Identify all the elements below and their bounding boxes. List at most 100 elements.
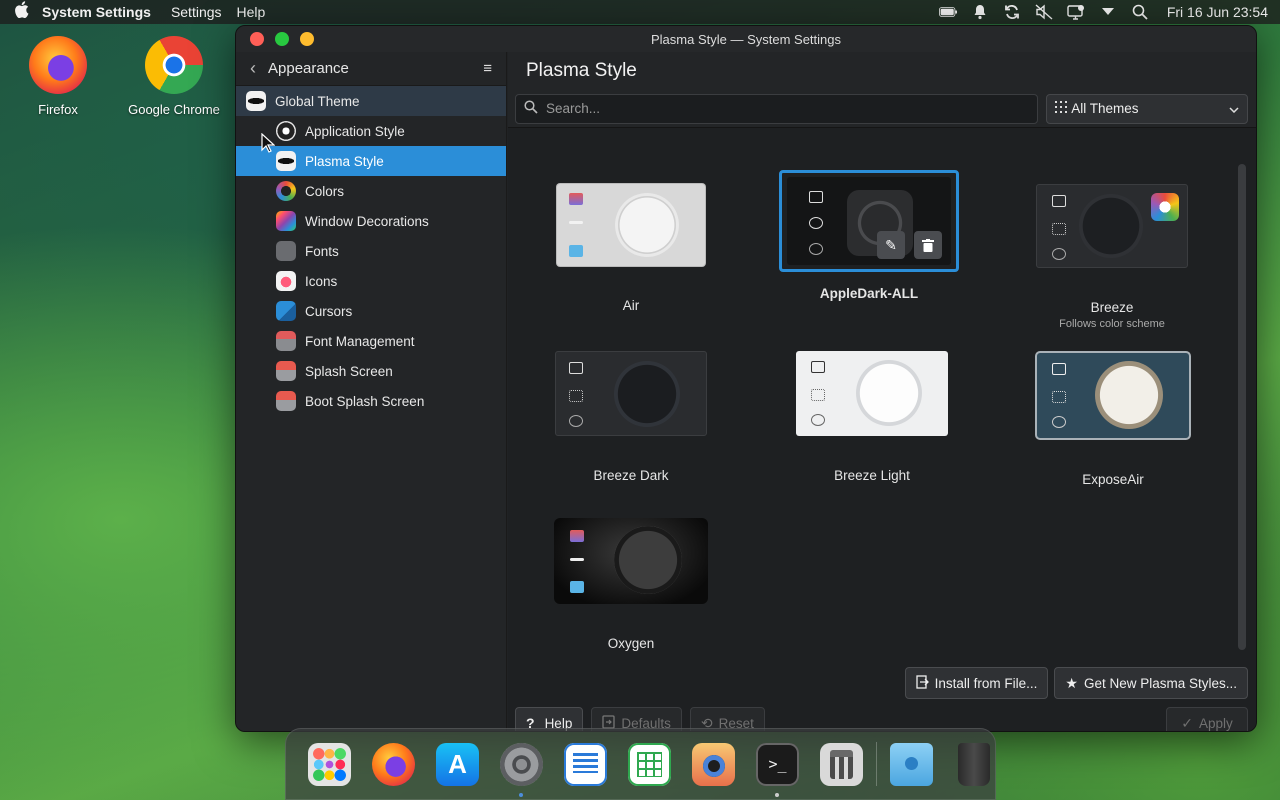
desktop-icon-google-chrome[interactable]: Google Chrome (119, 36, 229, 117)
apply-button[interactable]: ✓ Apply (1166, 707, 1248, 731)
theme-name: Breeze Dark (593, 468, 669, 483)
search-icon (524, 100, 538, 117)
theme-preview-oxygen (554, 518, 708, 604)
battery-icon[interactable] (938, 3, 957, 21)
search-icon[interactable] (1131, 3, 1149, 21)
menubar-help[interactable]: Help (237, 4, 266, 20)
sidebar-item-fonts[interactable]: Fonts (236, 236, 506, 266)
sidebar-item-colors[interactable]: Colors (236, 176, 506, 206)
sidebar-item-label: Boot Splash Screen (305, 393, 425, 409)
splash-screen-icon (276, 361, 296, 381)
desktop-icon-firefox[interactable]: Firefox (3, 36, 113, 117)
calculator-icon[interactable] (820, 742, 863, 786)
apply-label: Apply (1198, 715, 1233, 731)
theme-name: Breeze Light (834, 468, 910, 483)
boot-splash-screen-icon (276, 391, 296, 411)
theme-card-oxygen[interactable]: Oxygen (536, 518, 726, 651)
theme-card-breeze-light[interactable]: Breeze Light (777, 351, 967, 483)
sidebar-item-label: Cursors (305, 303, 353, 319)
search-input[interactable]: Search... (515, 93, 1039, 124)
cursors-icon (276, 301, 296, 321)
edit-icon[interactable]: ✎ (877, 231, 905, 259)
trash-dock-icon[interactable] (958, 742, 990, 786)
theme-card-exposeair[interactable]: ExposeAir (1018, 351, 1208, 487)
sidebar-item-plasma-style[interactable]: Plasma Style (236, 146, 506, 176)
sidebar-item-label: Fonts (305, 243, 339, 259)
get-more-bar: Install from File... ★ Get New Plasma St… (904, 667, 1248, 699)
font-management-icon (276, 331, 296, 351)
install-from-file-button[interactable]: Install from File... (904, 667, 1049, 699)
toolbar: Search... All Themes (508, 90, 1256, 128)
sidebar-item-cursors[interactable]: Cursors (236, 296, 506, 326)
writer-icon[interactable] (564, 742, 607, 786)
theme-preview-appledark-all: ✎ (787, 177, 951, 265)
theme-preview-air (557, 184, 705, 266)
sidebar-item-font-management[interactable]: Font Management (236, 326, 506, 356)
volume-muted-icon[interactable] (1035, 3, 1053, 21)
get-new-plasma-styles-button[interactable]: ★ Get New Plasma Styles... (1054, 667, 1248, 699)
sidebar-item-label: Plasma Style (305, 153, 384, 169)
app-store-icon[interactable]: A (436, 742, 479, 786)
theme-card-appledark-all[interactable]: ✎ AppleDark-ALL (774, 170, 964, 301)
theme-subtitle: Follows color scheme (1059, 318, 1165, 330)
system-settings-dock-icon[interactable] (500, 742, 543, 797)
terminal-icon[interactable]: >_ (756, 742, 799, 797)
image-viewer-icon[interactable] (692, 742, 735, 786)
back-chevron-icon[interactable]: ‹ (250, 58, 256, 79)
global-theme-icon (246, 91, 266, 111)
sidebar-header: ‹ Appearance ≡ (236, 52, 506, 86)
theme-card-breeze[interactable]: Breeze Follows color scheme (1017, 184, 1207, 330)
vertical-scrollbar[interactable] (1238, 164, 1246, 650)
launchpad-icon[interactable] (308, 742, 351, 786)
sidebar-item-global-theme[interactable]: Global Theme (236, 86, 506, 116)
top-menubar: System Settings Settings Help Fri 16 Jun… (0, 0, 1280, 24)
sidebar: ‹ Appearance ≡ Global Theme Application … (236, 52, 507, 731)
firefox-icon (29, 36, 87, 94)
chevron-down-icon (1229, 101, 1239, 116)
downloads-folder-icon[interactable] (890, 742, 933, 786)
apple-menu-icon[interactable] (0, 1, 42, 23)
trash-icon[interactable] (914, 231, 942, 259)
sidebar-item-window-decorations[interactable]: Window Decorations (236, 206, 506, 236)
menubar-clock[interactable]: Fri 16 Jun 23:54 (1167, 4, 1268, 20)
chrome-icon (145, 36, 203, 94)
grid-icon (1055, 101, 1068, 116)
display-settings-icon[interactable] (1067, 3, 1085, 21)
desktop-icon-label: Google Chrome (128, 102, 220, 117)
tray-expand-icon[interactable] (1099, 3, 1117, 21)
install-from-file-label: Install from File... (934, 675, 1038, 691)
menubar-settings[interactable]: Settings (171, 4, 222, 20)
sidebar-item-boot-splash-screen[interactable]: Boot Splash Screen (236, 386, 506, 416)
sidebar-item-icons[interactable]: Icons (236, 266, 506, 296)
checkmark-icon: ✓ (1181, 714, 1193, 731)
window-titlebar[interactable]: Plasma Style — System Settings (236, 26, 1256, 52)
theme-name: Oxygen (607, 636, 655, 651)
theme-filter-select[interactable]: All Themes (1046, 93, 1248, 124)
hamburger-menu-icon[interactable]: ≡ (483, 60, 492, 77)
sidebar-item-label: Icons (305, 273, 338, 289)
theme-preview-breeze-dark (555, 351, 707, 436)
theme-name: AppleDark-ALL (819, 286, 919, 301)
desktop-icon-label: Firefox (38, 102, 78, 117)
firefox-dock-icon[interactable] (372, 742, 415, 786)
sidebar-item-application-style[interactable]: Application Style (236, 116, 506, 146)
system-settings-window: Plasma Style — System Settings ‹ Appeara… (235, 25, 1257, 732)
sidebar-item-label: Application Style (305, 123, 405, 139)
sidebar-title: Appearance (268, 60, 349, 77)
notifications-icon[interactable] (971, 3, 989, 21)
running-indicator (519, 792, 523, 797)
calc-spreadsheet-icon[interactable] (628, 742, 671, 786)
sync-icon[interactable] (1003, 3, 1021, 21)
sidebar-item-splash-screen[interactable]: Splash Screen (236, 356, 506, 386)
menubar-app-name[interactable]: System Settings (42, 4, 151, 20)
theme-card-breeze-dark[interactable]: Breeze Dark (536, 351, 726, 483)
fonts-icon (276, 241, 296, 261)
install-file-icon (915, 674, 929, 692)
window-title: Plasma Style — System Settings (650, 31, 841, 47)
theme-card-air[interactable]: Air (536, 184, 726, 313)
star-icon: ★ (1065, 674, 1078, 691)
running-indicator (775, 792, 779, 797)
mouse-pointer-icon (261, 133, 275, 153)
dock: A >_ (285, 728, 996, 800)
application-style-icon (276, 121, 296, 141)
